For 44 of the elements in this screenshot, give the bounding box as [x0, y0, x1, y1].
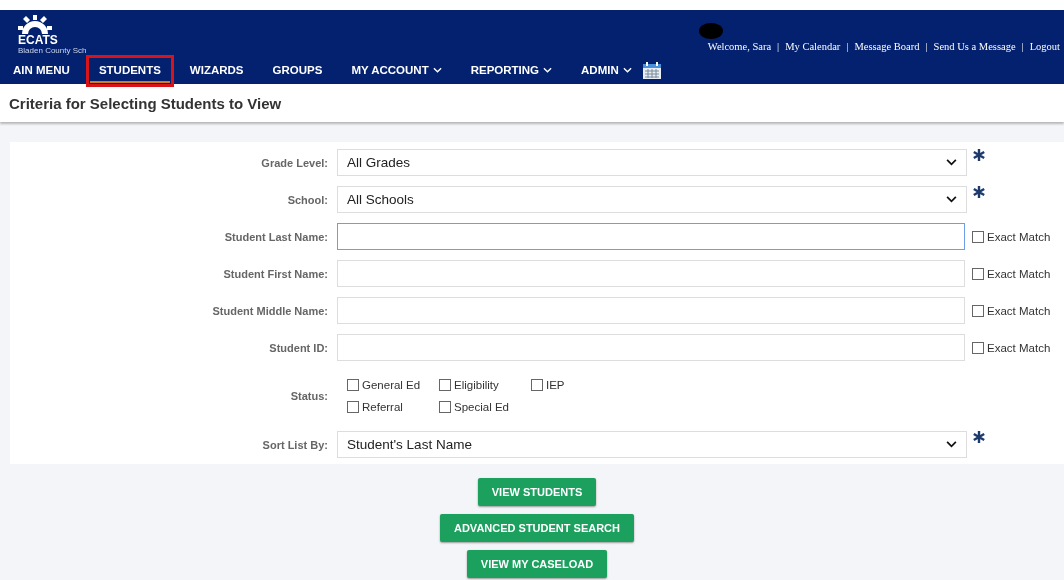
- nav-tab[interactable]: WIZARDS: [180, 59, 253, 83]
- field-label: Student Last Name:: [223, 230, 328, 243]
- link-separator: |: [777, 41, 780, 52]
- field-label: Student Middle Name:: [211, 304, 328, 317]
- field-label: Student First Name:: [222, 267, 328, 280]
- exact-match-checkbox[interactable]: Exact Match: [972, 267, 1051, 280]
- field-label: Student ID:: [268, 341, 328, 354]
- field-label: Status:: [289, 390, 328, 402]
- exact-match-checkbox[interactable]: Exact Match: [972, 230, 1051, 243]
- nav-tab[interactable]: AIN MENU: [4, 59, 79, 83]
- status-checkbox[interactable]: Special Ed: [439, 401, 531, 413]
- field-label: Grade Level:: [260, 156, 328, 169]
- field-label: Sort List By:: [261, 438, 328, 451]
- status-checkbox[interactable]: Referral: [347, 401, 439, 413]
- header-link[interactable]: My Calendar: [785, 41, 841, 52]
- select-field[interactable]: Student's Last Name: [337, 431, 967, 458]
- status-checkbox[interactable]: IEP: [531, 379, 623, 391]
- select-field[interactable]: All Grades: [337, 149, 967, 176]
- header-link[interactable]: Send Us a Message: [933, 41, 1016, 52]
- gear-logo-icon: [18, 14, 52, 34]
- caret-icon: [946, 441, 957, 448]
- link-separator: |: [846, 41, 849, 52]
- caret-icon: [946, 159, 957, 166]
- logo-name: ECATS: [18, 34, 58, 46]
- nav-tab[interactable]: GROUPS: [263, 59, 332, 83]
- nav-tab[interactable]: MY ACCOUNT: [342, 59, 451, 83]
- exact-match-checkbox[interactable]: Exact Match: [972, 341, 1051, 354]
- text-input[interactable]: [337, 223, 965, 250]
- link-separator: |: [1021, 41, 1024, 52]
- status-checkbox[interactable]: General Ed: [347, 379, 439, 391]
- select-field[interactable]: All Schools: [337, 186, 967, 213]
- header-link[interactable]: Logout: [1029, 41, 1060, 52]
- header-link[interactable]: Message Board: [854, 41, 920, 52]
- nav-tab[interactable]: ADMIN: [572, 59, 641, 83]
- calendar-icon[interactable]: [641, 62, 662, 80]
- page-title: Criteria for Selecting Students to View: [9, 94, 282, 112]
- caret-icon: [946, 196, 957, 203]
- logo-subtitle: Bladen County Sch: [18, 46, 87, 56]
- nav-tab[interactable]: REPORTING: [461, 59, 562, 83]
- exact-match-checkbox[interactable]: Exact Match: [972, 304, 1051, 317]
- link-separator: |: [925, 41, 928, 52]
- status-checkbox[interactable]: Eligibility: [439, 379, 531, 391]
- welcome-text: Welcome, Sara: [707, 41, 772, 52]
- field-label: School:: [286, 193, 328, 206]
